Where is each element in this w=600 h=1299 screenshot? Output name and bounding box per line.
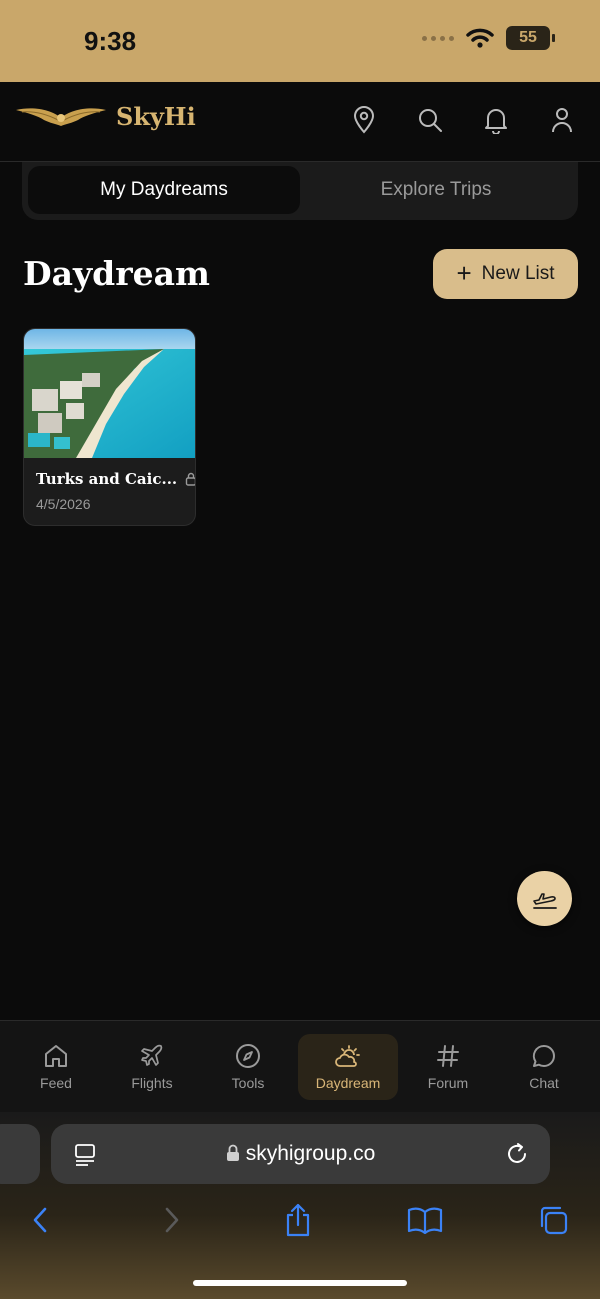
nav-feed[interactable]: Feed (10, 1034, 102, 1100)
brand-name: SkyHi (116, 102, 196, 131)
winged-logo-icon (16, 107, 106, 126)
tab-explore-trips[interactable]: Explore Trips (300, 166, 572, 214)
bottom-nav: Feed Flights Tools Daydream Forum Chat (0, 1020, 600, 1112)
daydream-card[interactable]: Turks and Caic... 4/5/2026 (23, 328, 196, 526)
tabs-icon (540, 1206, 568, 1235)
nav-chat[interactable]: Chat (498, 1034, 590, 1100)
bookmarks-button[interactable] (405, 1200, 445, 1240)
browser-chrome: skyhigroup.co (0, 1112, 600, 1299)
brand-logo[interactable]: SkyHi (14, 102, 196, 131)
browser-toolbar (0, 1200, 600, 1244)
wifi-icon (466, 28, 494, 48)
status-time: 9:38 (84, 26, 137, 56)
previous-tab-stub[interactable] (0, 1124, 40, 1184)
nav-tools[interactable]: Tools (202, 1034, 294, 1100)
battery-indicator: 55 (506, 26, 555, 50)
url-text: skyhigroup.co (245, 1142, 376, 1165)
nav-label: Daydream (315, 1074, 381, 1091)
location-pin-icon[interactable] (348, 104, 380, 136)
nav-daydream[interactable]: Daydream (298, 1033, 398, 1100)
lock-icon (226, 1144, 239, 1161)
card-title-row: Turks and Caic... (36, 470, 195, 488)
search-icon[interactable] (414, 104, 446, 136)
home-icon (45, 1044, 67, 1067)
status-icons: 55 (422, 26, 555, 50)
profile-icon[interactable] (546, 104, 578, 136)
nav-forum[interactable]: Forum (402, 1034, 494, 1100)
url-display: skyhigroup.co (51, 1142, 550, 1166)
plane-takeoff-icon (532, 892, 557, 909)
plus-icon: + (456, 258, 472, 288)
address-bar[interactable]: skyhigroup.co (51, 1124, 550, 1184)
plane-icon (141, 1044, 163, 1066)
card-title: Turks and Caic... (36, 470, 178, 488)
header-actions (348, 104, 578, 136)
book-icon (407, 1207, 443, 1234)
hash-icon (437, 1044, 459, 1067)
nav-label: Tools (231, 1074, 265, 1091)
card-date: 4/5/2026 (36, 496, 91, 512)
forward-button[interactable] (152, 1200, 192, 1240)
trip-tabs: My Daydreams Explore Trips (22, 162, 578, 220)
flight-departure-fab[interactable] (517, 871, 572, 926)
beach-thumbnail-image (24, 329, 195, 458)
bell-icon[interactable] (480, 104, 512, 136)
nav-label: Feed (40, 1074, 72, 1091)
new-list-label: New List (481, 263, 555, 284)
tabs-button[interactable] (533, 1200, 573, 1240)
nav-label: Chat (529, 1074, 559, 1091)
share-button[interactable] (278, 1200, 318, 1240)
new-list-button[interactable]: + New List (433, 249, 578, 299)
share-icon (286, 1203, 310, 1237)
nav-label: Forum (427, 1074, 469, 1091)
status-bar: 9:38 55 (0, 0, 600, 82)
chat-bubble-icon (532, 1044, 555, 1067)
reload-icon[interactable] (504, 1141, 530, 1167)
lock-icon (185, 472, 195, 486)
nav-flights[interactable]: Flights (106, 1034, 198, 1100)
nav-label: Flights (131, 1074, 173, 1091)
page-title: Daydream (23, 254, 210, 293)
home-indicator (193, 1280, 407, 1286)
compass-icon (236, 1043, 260, 1068)
back-button[interactable] (20, 1200, 60, 1240)
app-header: SkyHi (0, 82, 600, 162)
chevron-left-icon (33, 1207, 47, 1233)
chevron-right-icon (165, 1207, 179, 1233)
sun-cloud-icon (335, 1044, 360, 1067)
tab-my-daydreams[interactable]: My Daydreams (28, 166, 300, 214)
cellular-signal-icon (422, 35, 454, 41)
